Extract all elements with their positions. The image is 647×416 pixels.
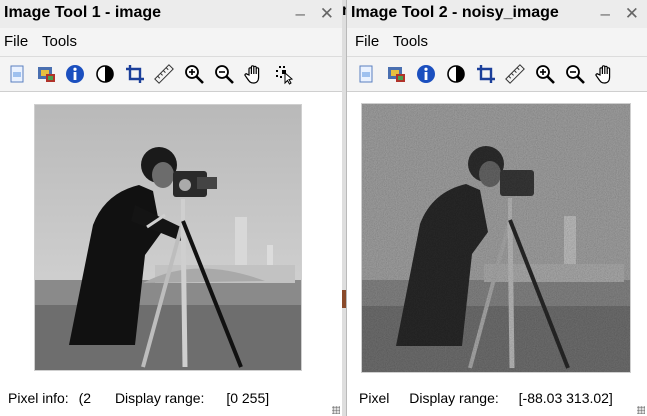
noisy-cameraman-image — [362, 104, 630, 372]
close-button[interactable]: ✕ — [625, 4, 639, 24]
menu-tools[interactable]: Tools — [393, 33, 428, 50]
image-display[interactable] — [361, 103, 631, 373]
display-range-value: [-88.03 313.02] — [518, 390, 613, 406]
crop-icon[interactable] — [124, 63, 146, 85]
zoom-in-icon[interactable] — [534, 63, 556, 85]
measure-ruler-icon[interactable] — [504, 63, 526, 85]
zoom-out-icon[interactable] — [564, 63, 586, 85]
image-tool-window-2: Image Tool 2 - noisy_image – ✕ File Tool… — [346, 0, 647, 416]
display-range-label: Display range: — [409, 390, 499, 406]
contrast-icon[interactable] — [445, 63, 467, 85]
measure-ruler-icon[interactable] — [153, 63, 175, 85]
toolbar — [347, 57, 647, 92]
zoom-out-icon[interactable] — [213, 63, 235, 85]
new-figure-icon[interactable] — [6, 63, 28, 85]
new-figure-icon[interactable] — [355, 63, 377, 85]
info-icon[interactable] — [415, 63, 437, 85]
menu-bar: File Tools — [0, 28, 342, 57]
pixel-info-value: (2 — [78, 390, 92, 406]
image-overview-icon[interactable] — [385, 63, 407, 85]
title-bar[interactable]: Image Tool 2 - noisy_image – ✕ — [347, 0, 647, 28]
minimize-button[interactable]: – — [296, 4, 305, 24]
contrast-icon[interactable] — [94, 63, 116, 85]
pan-hand-icon[interactable] — [243, 63, 265, 85]
pixel-region-icon[interactable] — [273, 63, 295, 85]
menu-file[interactable]: File — [355, 33, 379, 50]
pixel-info-label: Pixel info: — [8, 390, 69, 406]
title-bar[interactable]: Image Tool 1 - image – ✕ — [0, 0, 342, 28]
menu-bar: File Tools — [347, 28, 647, 57]
display-range-value: [0 255] — [226, 390, 270, 406]
cameraman-image — [35, 105, 301, 370]
image-tool-window-1: Image Tool 1 - image – ✕ File Tools Pixe… — [0, 0, 342, 416]
info-icon[interactable] — [64, 63, 86, 85]
menu-file[interactable]: File — [4, 33, 28, 50]
image-overview-icon[interactable] — [35, 63, 57, 85]
resize-grip[interactable] — [637, 406, 645, 414]
window-title: Image Tool 1 - image — [4, 4, 162, 21]
toolbar — [0, 57, 342, 92]
menu-tools[interactable]: Tools — [42, 33, 77, 50]
close-button[interactable]: ✕ — [320, 4, 334, 24]
zoom-in-icon[interactable] — [183, 63, 205, 85]
resize-grip[interactable] — [332, 406, 340, 414]
pan-hand-icon[interactable] — [594, 63, 616, 85]
pixel-info-label: Pixel — [359, 390, 390, 406]
image-display[interactable] — [34, 104, 302, 371]
minimize-button[interactable]: – — [601, 4, 610, 24]
crop-icon[interactable] — [475, 63, 497, 85]
display-range-label: Display range: — [114, 390, 205, 406]
window-title: Image Tool 2 - noisy_image — [351, 4, 559, 21]
